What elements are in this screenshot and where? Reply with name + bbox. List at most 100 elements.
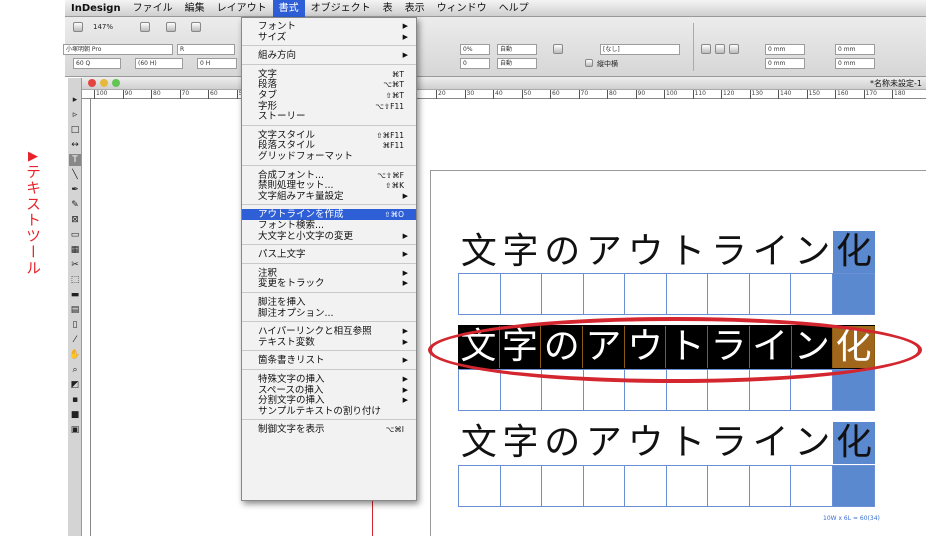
menu-item[interactable]: 分割文字の挿入 ▶ <box>242 395 416 406</box>
kerning-field[interactable]: 自動 <box>497 44 537 55</box>
menu-item[interactable]: テキスト変数 ▶ <box>242 337 416 348</box>
type-tool-icon[interactable]: T <box>69 154 81 166</box>
glyph-cell: ト <box>669 422 706 463</box>
left-indent-field[interactable]: 0 mm <box>765 44 805 55</box>
menubar-item[interactable]: 表 <box>377 0 399 17</box>
menubar-item[interactable]: ヘルプ <box>493 0 535 17</box>
menu-item[interactable]: 文字組みアキ量設定 ▶ <box>242 191 416 202</box>
menu-item[interactable]: 変更をトラック ▶ <box>242 278 416 289</box>
align-right-icon[interactable] <box>729 44 739 54</box>
menu-item[interactable]: 特殊文字の挿入 ▶ <box>242 374 416 385</box>
menu-item[interactable]: 箇条書きリスト ▶ <box>242 355 416 366</box>
gap-tool-icon[interactable]: ↔ <box>69 139 81 151</box>
menubar-item[interactable]: ファイル <box>127 0 179 17</box>
pen-tool-icon[interactable]: ✒ <box>69 184 81 196</box>
menu-item[interactable]: 合成フォント... ⌥⇧⌘F <box>242 170 416 181</box>
gradient-feather-tool-icon[interactable]: ▤ <box>69 304 81 316</box>
vertical-ruler[interactable] <box>82 99 91 536</box>
align-left-icon[interactable] <box>701 44 711 54</box>
menu-item[interactable]: スペースの挿入 ▶ <box>242 385 416 396</box>
font-size-field[interactable]: 60 Q <box>73 58 121 69</box>
menu-item[interactable]: 脚注を挿入 <box>242 297 416 308</box>
leading-field[interactable]: (60 H) <box>135 58 183 69</box>
menu-item[interactable]: フォント ▶ <box>242 21 416 32</box>
menubar-item[interactable]: 書式 <box>272 0 305 17</box>
apply-color-icon[interactable]: ▪ <box>69 394 81 406</box>
text-frame-icon[interactable] <box>553 44 563 54</box>
menu-item[interactable]: 脚注オプション... <box>242 308 416 319</box>
glyph-cell: ン <box>794 422 831 463</box>
text-line[interactable]: 文字のアウトライン化 <box>458 421 875 465</box>
zoom-tool-icon[interactable]: ⌕ <box>69 364 81 376</box>
frame-grid-tool-icon[interactable]: ▦ <box>69 244 81 256</box>
direct-selection-tool-icon[interactable]: ▹ <box>69 109 81 121</box>
gradient-swatch-tool-icon[interactable]: ▬ <box>69 289 81 301</box>
font-family-field[interactable]: 小塚明朝 Pro <box>63 44 173 55</box>
scale-value-field[interactable]: 0 <box>460 58 490 69</box>
rectangle-tool-icon[interactable]: ▭ <box>69 229 81 241</box>
menu-item[interactable]: タブ ⇧⌘T <box>242 90 416 101</box>
menu-item[interactable]: 段落 ⌥⌘T <box>242 79 416 90</box>
line-tool-icon[interactable]: ╲ <box>69 169 81 181</box>
menu-item[interactable]: グリッドフォーマット <box>242 151 416 162</box>
menu-item[interactable]: 字形 ⌥⇧F11 <box>242 101 416 112</box>
tracking-field[interactable]: 0 H <box>197 58 237 69</box>
zoom-level[interactable]: 147% <box>93 23 113 31</box>
scale-percent-field[interactable]: 0% <box>460 44 490 55</box>
menubar-item[interactable]: 編集 <box>179 0 211 17</box>
menu-item[interactable]: サンプルテキストの割り付け <box>242 406 416 417</box>
first-indent-field[interactable]: 0 mm <box>765 58 805 69</box>
menu-item[interactable]: 禁則処理セット... ⇧⌘K <box>242 180 416 191</box>
bridge-icon[interactable] <box>73 22 83 32</box>
note-tool-icon[interactable]: ▯ <box>69 319 81 331</box>
menu-separator <box>242 419 416 421</box>
minimize-window-icon[interactable] <box>100 79 108 87</box>
text-line[interactable]: 文字のアウトライン化 <box>458 231 875 273</box>
space-before-field[interactable]: 0 mm <box>835 44 875 55</box>
ruler-tick-label: 20 <box>436 90 446 99</box>
normal-view-icon[interactable]: ■ <box>69 409 81 421</box>
selection-tool-icon[interactable]: ▸ <box>69 94 81 106</box>
menu-item[interactable]: パス上文字 ▶ <box>242 249 416 260</box>
page-tool-icon[interactable]: □ <box>69 124 81 136</box>
screen-mode-icon[interactable]: ▣ <box>69 424 81 436</box>
free-transform-tool-icon[interactable]: ⬚ <box>69 274 81 286</box>
menu-item[interactable]: 組み方向 ▶ <box>242 50 416 61</box>
tatenaka-checkbox[interactable] <box>585 59 593 67</box>
arrange-documents-icon[interactable] <box>191 22 201 32</box>
submenu-arrow-icon: ▶ <box>402 191 408 200</box>
space-after-field[interactable]: 0 mm <box>835 58 875 69</box>
zoom-window-icon[interactable] <box>112 79 120 87</box>
hand-tool-icon[interactable]: ✋ <box>69 349 81 361</box>
menu-item[interactable]: フォント検索... <box>242 220 416 231</box>
scissors-tool-icon[interactable]: ✂ <box>69 259 81 271</box>
screen-mode-menu-icon[interactable] <box>166 22 176 32</box>
rectangle-frame-tool-icon[interactable]: ⊠ <box>69 214 81 226</box>
horizontal-ruler[interactable]: 1009080706050403020100102030405060708090… <box>82 90 926 99</box>
align-center-icon[interactable] <box>715 44 725 54</box>
pencil-tool-icon[interactable]: ✎ <box>69 199 81 211</box>
view-options-icon[interactable] <box>140 22 150 32</box>
close-window-icon[interactable] <box>88 79 96 87</box>
menubar-item[interactable]: InDesign <box>65 0 127 17</box>
menu-item[interactable]: 大文字と小文字の変更 ▶ <box>242 231 416 242</box>
menubar-item[interactable]: レイアウト <box>211 0 273 17</box>
menu-item[interactable]: 段落スタイル ⌘F11 <box>242 140 416 151</box>
menubar-item[interactable]: 表示 <box>399 0 431 17</box>
fill-stroke-icon[interactable]: ◩ <box>69 379 81 391</box>
menubar-item[interactable]: ウィンドウ <box>431 0 493 17</box>
menu-item[interactable]: 制御文字を表示 ⌥⌘I <box>242 424 416 435</box>
grid-cell <box>625 466 667 506</box>
menubar-item[interactable]: オブジェクト <box>305 0 377 17</box>
ruler-tick-label: 90 <box>635 90 646 99</box>
menu-item[interactable]: ハイパーリンクと相互参照 ▶ <box>242 326 416 337</box>
eyedropper-tool-icon[interactable]: ⁄ <box>69 334 81 346</box>
submenu-arrow-icon: ▶ <box>402 32 408 41</box>
baseline-field[interactable]: 自動 <box>497 58 537 69</box>
menu-item[interactable]: アウトラインを作成 ⇧⌘O <box>242 209 416 221</box>
menu-item-label: 大文字と小文字の変更 <box>258 230 354 242</box>
menu-item[interactable]: サイズ ▶ <box>242 32 416 43</box>
menu-item[interactable]: ストーリー <box>242 111 416 122</box>
mojikumi-field[interactable]: [なし] <box>600 44 680 55</box>
font-style-field[interactable]: R <box>177 44 235 55</box>
